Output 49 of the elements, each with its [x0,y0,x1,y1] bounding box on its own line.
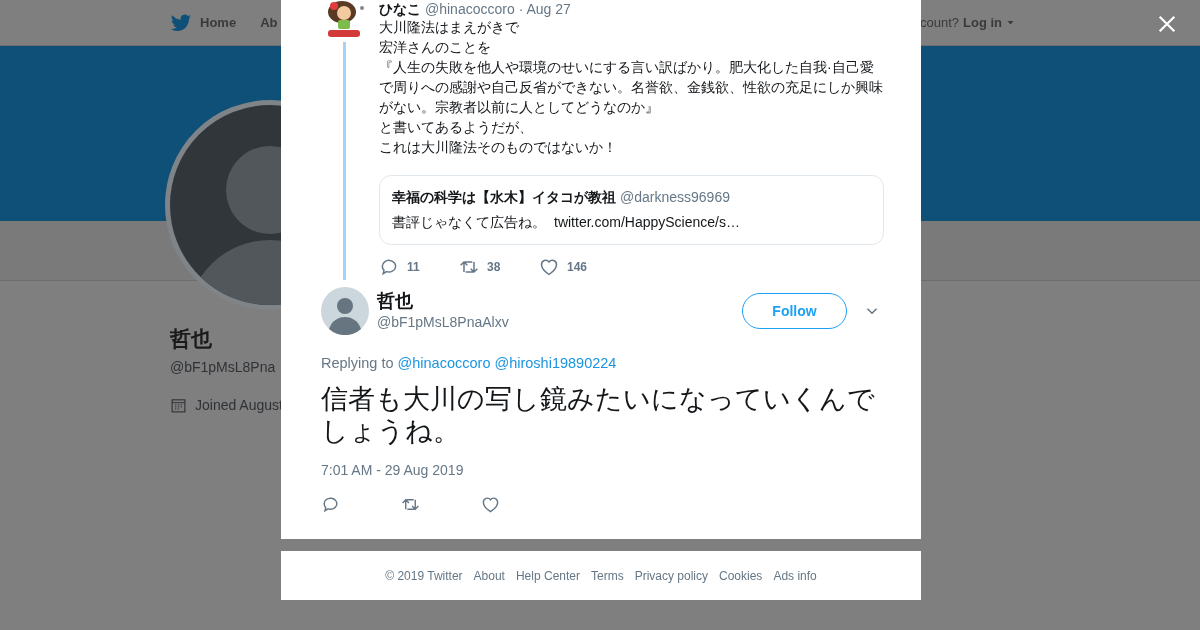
author-handle: @hinacoccoro [425,2,515,17]
footer-link[interactable]: About [473,566,505,585]
nav-link[interactable]: Home [170,11,237,34]
tweet-text-line: 『人生の失敗を他人や環境のせいにする言い訳ばかり。肥大化した自我·自己愛で周りへの感謝や自己反省ができない。名誉欲、金銭欲、性欲の充足にしか興味がない。宗教者以前に人としてどうなのか』 [379,58,884,117]
reply-icon [379,257,399,277]
user-avatar [321,287,369,335]
copyright-text: © 2019 Twitter [385,567,463,585]
profile-handle: @bF1pMsL8Pna [170,358,276,377]
quote-author: 幸福の科学は【水木】イタコが教祖 [392,188,616,207]
quote-link[interactable]: twitter.com/HappyScience/s… [554,212,740,233]
action-button[interactable]: 38 [459,257,539,277]
quote-handle: @darkness96969 [620,188,730,207]
footer-link[interactable]: Terms [591,566,624,585]
heart-icon [539,257,559,277]
account-prompt: count? [919,13,959,32]
tweet-text-line: 大川隆法はまえがきで [379,18,520,37]
footer-link[interactable]: Ads info [773,566,817,585]
author-name: 哲也 [377,289,414,312]
follow-button[interactable]: Follow [742,293,847,329]
tweet-text-line: これは大川隆法そのものではないか！ [379,138,618,157]
action-button[interactable]: 11 [379,257,459,277]
quoted-tweet[interactable]: 幸福の科学は【水木】イタコが教祖 @darkness96969 書評じゃなくて広告ね。 twitter.com/HappyScience/s… [379,175,884,245]
tweet-text-line: と書いてあるようだが、 [379,118,534,137]
action-count: 38 [487,259,501,276]
tweet-time: · Aug 27 [518,2,571,17]
profile-name: 哲也 [170,326,212,352]
replying-label: Replying to [321,354,394,373]
quote-text: 書評じゃなくて広告ね。 [392,213,546,232]
tweet-timestamp: 7:01 AM - 29 Aug 2019 [321,460,465,480]
nav-link[interactable]: Ab [260,12,278,33]
login-link[interactable]: Log in [963,12,1015,33]
reply-icon[interactable] [321,494,340,514]
calendar-icon [170,397,187,414]
footer-link[interactable]: Help Center [515,566,580,585]
caret-icon [1006,18,1015,27]
heart-icon[interactable] [481,494,500,514]
mention-link[interactable]: @hinacoccoro [397,353,491,375]
author-name: ひなこ [379,2,421,17]
tweet-text-line: 宏洋さんのことを [379,38,492,57]
author-handle: @bF1pMsL8PnaAlxv [377,312,509,332]
joined-date: Joined August [195,396,283,415]
footer-link[interactable]: Privacy policy [634,566,708,585]
tweet-text: 信者も大川の写し鏡みたいになっていくんでしょうね。 [321,382,876,447]
action-count: 11 [407,259,420,276]
action-count: 146 [567,259,588,276]
close-icon[interactable] [1156,13,1178,35]
mention-link[interactable]: @hiroshi19890224 [494,353,617,375]
action-button[interactable]: 146 [539,257,619,277]
footer-link[interactable]: Cookies [719,566,763,585]
